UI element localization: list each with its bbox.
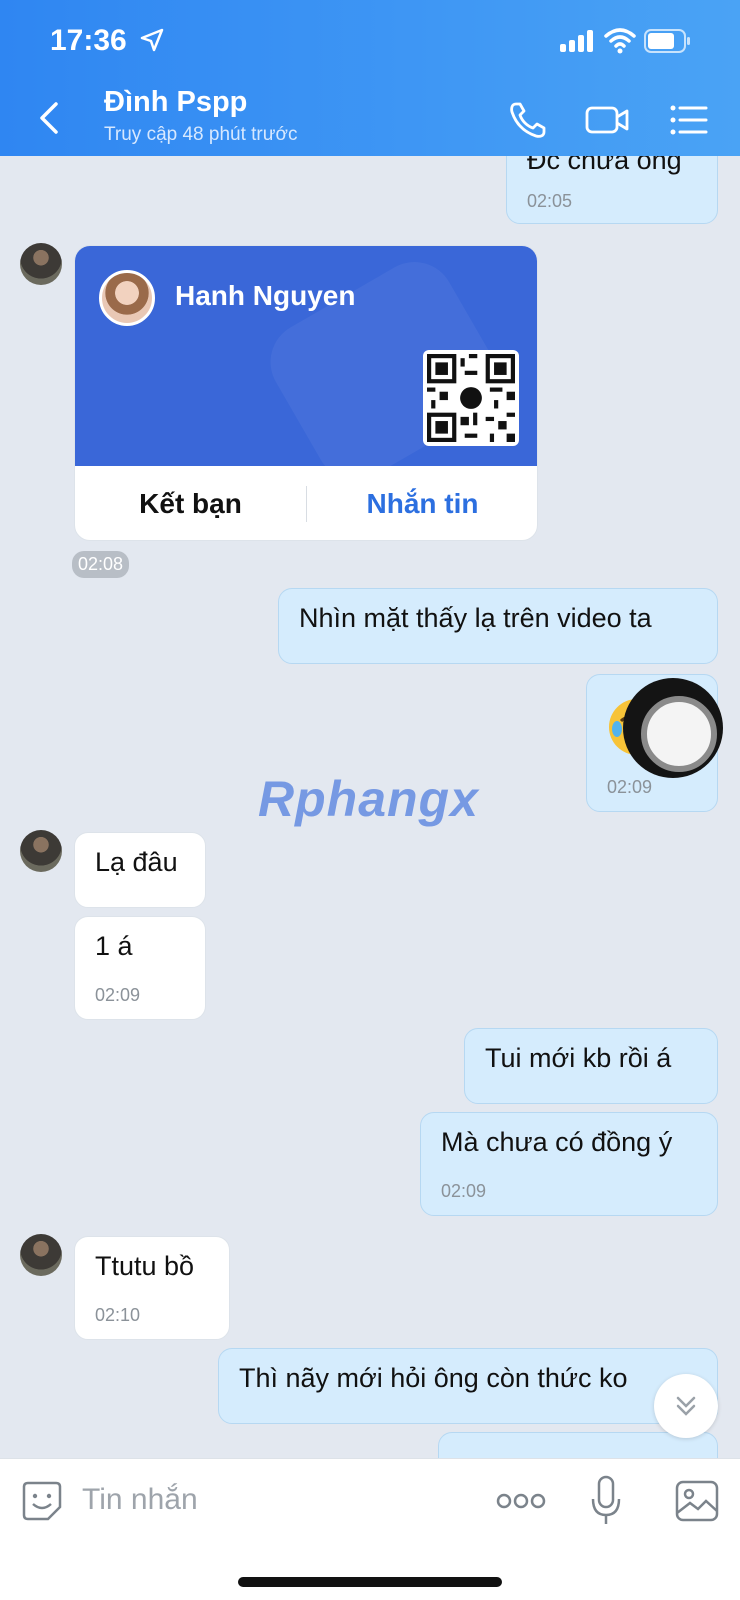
cellular-signal-icon xyxy=(560,30,596,52)
message-text: Thì nãy mới hỏi ông còn thức ko xyxy=(239,1363,628,1393)
phone-icon[interactable] xyxy=(508,100,550,140)
message-time: 02:10 xyxy=(95,1305,141,1325)
message-text: 1 á xyxy=(95,931,133,961)
message-input-bar: Tin nhắn xyxy=(0,1458,740,1600)
watermark: Rphangx xyxy=(258,771,479,827)
scroll-to-bottom-button[interactable] xyxy=(654,1374,718,1438)
message-time: 02:09 xyxy=(607,777,653,797)
message-bubble[interactable]: Tui mới kb rồi á xyxy=(464,1028,718,1104)
contact-card[interactable]: Hanh Nguyen Kết bạn Nhắn tin xyxy=(74,245,538,541)
message-text: Mà chưa có đồng ý xyxy=(441,1127,673,1157)
card-avatar xyxy=(99,270,155,326)
avatar[interactable] xyxy=(20,243,62,285)
message-bubble[interactable]: Mà chưa có đồng ý 02:09 xyxy=(420,1112,718,1216)
contact-card-header: Hanh Nguyen xyxy=(75,246,537,466)
status-time: 17:36 xyxy=(50,24,127,57)
assistive-touch-button[interactable] xyxy=(623,678,723,778)
message-input[interactable]: Tin nhắn xyxy=(82,1483,198,1517)
message-time: 02:08 xyxy=(72,551,130,578)
message-text: Ttutu bồ xyxy=(95,1251,195,1281)
avatar[interactable] xyxy=(20,1234,62,1276)
qr-code-graphic xyxy=(427,354,515,442)
chevron-left-icon[interactable] xyxy=(36,100,62,136)
add-friend-button[interactable]: Kết bạn xyxy=(75,466,306,540)
list-menu-icon[interactable] xyxy=(668,100,710,140)
message-bubble[interactable]: Thì nãy mới hỏi ông còn thức ko xyxy=(218,1348,718,1424)
message-bubble[interactable]: Nhìn mặt thấy lạ trên video ta xyxy=(278,588,718,664)
message-bubble[interactable]: 1 á 02:09 xyxy=(74,916,206,1020)
message-bubble[interactable]: Lạ đâu xyxy=(74,832,206,908)
chat-header: 17:36 Đình Pspp Truy cập 48 phút trước xyxy=(0,0,740,156)
video-camera-icon[interactable] xyxy=(584,100,630,140)
qr-code xyxy=(423,350,519,446)
more-dots-icon[interactable] xyxy=(496,1489,546,1513)
contact-name[interactable]: Đình Pspp xyxy=(104,86,247,119)
sticker-icon[interactable] xyxy=(20,1479,64,1523)
image-icon[interactable] xyxy=(674,1479,720,1523)
home-indicator[interactable] xyxy=(238,1577,502,1587)
location-arrow-icon xyxy=(140,28,164,52)
double-chevron-down-icon xyxy=(676,1396,696,1416)
message-text: Nhìn mặt thấy lạ trên video ta xyxy=(299,603,652,633)
card-contact-name: Hanh Nguyen xyxy=(175,280,356,311)
message-text: Tui mới kb rồi á xyxy=(485,1043,672,1073)
send-message-button[interactable]: Nhắn tin xyxy=(307,466,537,540)
last-seen-status: Truy cập 48 phút trước xyxy=(104,124,298,145)
message-bubble[interactable]: Ttutu bồ 02:10 xyxy=(74,1236,230,1340)
avatar[interactable] xyxy=(20,830,62,872)
battery-icon xyxy=(644,29,690,53)
message-time: 02:09 xyxy=(95,985,141,1005)
message-time: 02:05 xyxy=(527,191,573,211)
message-time: 02:09 xyxy=(441,1181,487,1201)
microphone-icon[interactable] xyxy=(590,1475,622,1527)
wifi-icon xyxy=(604,28,636,54)
message-text: Lạ đâu xyxy=(95,847,178,877)
